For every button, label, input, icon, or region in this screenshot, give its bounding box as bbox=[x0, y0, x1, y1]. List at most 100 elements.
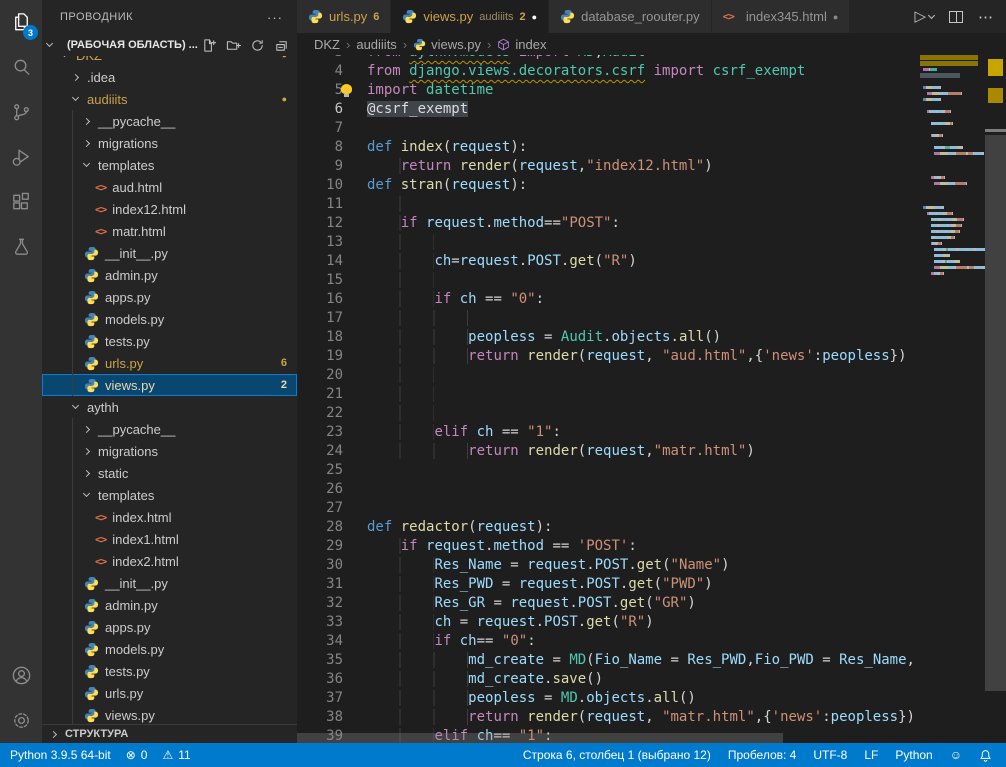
tree-item-urls.py[interactable]: urls.py6 bbox=[42, 352, 297, 374]
tree-item-audiiits[interactable]: audiiits● bbox=[42, 88, 297, 110]
code-line-10[interactable]: 10def stran(request): bbox=[297, 176, 920, 195]
explorer-more-actions-button[interactable]: ··· bbox=[267, 10, 283, 25]
status-item-0[interactable]: ⊗0 bbox=[126, 748, 148, 762]
workspace-section-title[interactable]: (РАБОЧАЯ ОБЛАСТЬ) ... bbox=[67, 39, 202, 51]
tree-item-migrations[interactable]: migrations bbox=[42, 132, 297, 154]
tree-item-tests.py[interactable]: tests.py bbox=[42, 660, 297, 682]
tree-item-apps.py[interactable]: apps.py bbox=[42, 286, 297, 308]
code-line-16[interactable]: 16 if ch == "0": bbox=[297, 290, 920, 309]
code-line-25[interactable]: 25 bbox=[297, 461, 920, 480]
horizontal-scrollbar-thumb[interactable] bbox=[297, 733, 783, 743]
lightbulb-icon[interactable] bbox=[341, 84, 352, 94]
extensions-activity-button[interactable] bbox=[0, 180, 42, 225]
code-line-6[interactable]: 6@csrf_exempt bbox=[297, 100, 920, 119]
tree-item-index1.html[interactable]: <>index1.html bbox=[42, 528, 297, 550]
code-line-22[interactable]: 22 bbox=[297, 404, 920, 423]
unsaved-dot-icon[interactable]: ● bbox=[532, 12, 537, 22]
code-line-8[interactable]: 8def index(request): bbox=[297, 138, 920, 157]
tree-item-aythh[interactable]: aythh bbox=[42, 396, 297, 418]
code-line-19[interactable]: 19 return render(request, "aud.html",{'n… bbox=[297, 347, 920, 366]
code-line-27[interactable]: 27 bbox=[297, 499, 920, 518]
code-line-34[interactable]: 34 if ch== "0": bbox=[297, 632, 920, 651]
code-line-21[interactable]: 21 bbox=[297, 385, 920, 404]
run-debug-activity-button[interactable] bbox=[0, 135, 42, 180]
collapse-all-button[interactable] bbox=[274, 38, 289, 53]
outline-section-header[interactable]: СТРУКТУРА bbox=[42, 724, 297, 743]
code-line-18[interactable]: 18 peopless = Audit.objects.all() bbox=[297, 328, 920, 347]
code-line-24[interactable]: 24 return render(request,"matr.html") bbox=[297, 442, 920, 461]
tree-item-.idea[interactable]: .idea bbox=[42, 66, 297, 88]
tree-item-templates[interactable]: templates bbox=[42, 484, 297, 506]
tree-item-index.html[interactable]: <>index.html bbox=[42, 506, 297, 528]
tree-item-__init__.py[interactable]: __init__.py bbox=[42, 242, 297, 264]
split-editor-button[interactable] bbox=[949, 11, 963, 23]
code-line-4[interactable]: 4from django.views.decorators.csrf impor… bbox=[297, 62, 920, 81]
code-line-36[interactable]: 36 md_create.save() bbox=[297, 670, 920, 689]
breadcrumb-item-index[interactable]: index bbox=[497, 37, 546, 52]
code-editor[interactable]: 3from aythh.models import MD,Audit4from … bbox=[297, 55, 1006, 743]
code-line-38[interactable]: 38 return render(request, "matr.html",{'… bbox=[297, 708, 920, 727]
tree-item-__init__.py[interactable]: __init__.py bbox=[42, 572, 297, 594]
tree-item-models.py[interactable]: models.py bbox=[42, 638, 297, 660]
breadcrumb-item-audiiits[interactable]: audiiits bbox=[356, 37, 396, 52]
breadcrumb-item-views.py[interactable]: views.py bbox=[413, 37, 481, 52]
status-item-11[interactable]: ⚠11 bbox=[162, 748, 190, 762]
status-item-Python[interactable]: Python bbox=[895, 748, 932, 762]
status-item-UTF-8[interactable]: UTF-8 bbox=[813, 748, 847, 762]
tree-item-migrations[interactable]: migrations bbox=[42, 440, 297, 462]
account-button[interactable] bbox=[0, 653, 42, 698]
code-line-14[interactable]: 14 ch=request.POST.get("R") bbox=[297, 252, 920, 271]
status-item-bell[interactable] bbox=[979, 749, 992, 762]
code-line-7[interactable]: 7 bbox=[297, 119, 920, 138]
code-line-3[interactable]: 3from aythh.models import MD,Audit bbox=[297, 55, 920, 62]
tree-item-index2.html[interactable]: <>index2.html bbox=[42, 550, 297, 572]
tree-item-apps.py[interactable]: apps.py bbox=[42, 616, 297, 638]
tree-item-matr.html[interactable]: <>matr.html bbox=[42, 220, 297, 242]
editor-more-actions-button[interactable]: ⋯ bbox=[978, 8, 994, 26]
code-line-29[interactable]: 29 if request.method == 'POST': bbox=[297, 537, 920, 556]
code-line-15[interactable]: 15 bbox=[297, 271, 920, 290]
unsaved-dot-icon[interactable]: ● bbox=[833, 12, 838, 22]
tree-item-__pycache__[interactable]: __pycache__ bbox=[42, 418, 297, 440]
tree-item-urls.py[interactable]: urls.py bbox=[42, 682, 297, 704]
tab-index345.html[interactable]: <>index345.html● bbox=[712, 0, 851, 33]
code-line-9[interactable]: 9 return render(request,"index12.html") bbox=[297, 157, 920, 176]
tree-item-admin.py[interactable]: admin.py bbox=[42, 594, 297, 616]
tree-item-__pycache__[interactable]: __pycache__ bbox=[42, 110, 297, 132]
settings-button[interactable] bbox=[0, 698, 42, 743]
run-python-file-button[interactable]: ▷ bbox=[914, 9, 934, 24]
tree-item-DKZ[interactable]: DKZ● bbox=[42, 56, 297, 66]
tree-item-index12.html[interactable]: <>index12.html bbox=[42, 198, 297, 220]
status-item-LF[interactable]: LF bbox=[864, 748, 878, 762]
status-item-feedback[interactable]: ☺ bbox=[950, 749, 962, 761]
tree-item-admin.py[interactable]: admin.py bbox=[42, 264, 297, 286]
tree-item-models.py[interactable]: models.py bbox=[42, 308, 297, 330]
new-folder-button[interactable] bbox=[226, 38, 241, 53]
tab-views.py[interactable]: views.pyaudiiits2● bbox=[391, 0, 549, 33]
testing-activity-button[interactable] bbox=[0, 225, 42, 270]
code-line-35[interactable]: 35 md_create = MD(Fio_Name = Res_PWD,Fio… bbox=[297, 651, 920, 670]
new-file-button[interactable] bbox=[202, 38, 217, 53]
search-activity-button[interactable] bbox=[0, 45, 42, 90]
code-line-26[interactable]: 26 bbox=[297, 480, 920, 499]
code-line-31[interactable]: 31 Res_PWD = request.POST.get("PWD") bbox=[297, 575, 920, 594]
tab-urls.py[interactable]: urls.py6 bbox=[297, 0, 391, 33]
code-line-28[interactable]: 28def redactor(request): bbox=[297, 518, 920, 537]
minimap[interactable] bbox=[920, 55, 985, 743]
code-line-12[interactable]: 12 if request.method=="POST": bbox=[297, 214, 920, 233]
explorer-activity-button[interactable]: 3 bbox=[0, 0, 42, 45]
vertical-scrollbar-thumb[interactable] bbox=[985, 135, 1006, 691]
tree-item-static[interactable]: static bbox=[42, 462, 297, 484]
source-control-activity-button[interactable] bbox=[0, 90, 42, 135]
tree-item-views.py[interactable]: views.py2 bbox=[42, 374, 297, 396]
breadcrumb-item-DKZ[interactable]: DKZ bbox=[314, 37, 340, 52]
tree-item-views.py[interactable]: views.py bbox=[42, 704, 297, 724]
status-item-Python[interactable]: Python 3.9.5 64-bit bbox=[10, 748, 111, 762]
code-line-17[interactable]: 17 bbox=[297, 309, 920, 328]
tree-item-tests.py[interactable]: tests.py bbox=[42, 330, 297, 352]
refresh-button[interactable] bbox=[250, 38, 265, 53]
code-line-32[interactable]: 32 Res_GR = request.POST.get("GR") bbox=[297, 594, 920, 613]
tree-item-templates[interactable]: templates bbox=[42, 154, 297, 176]
code-line-30[interactable]: 30 Res_Name = request.POST.get("Name") bbox=[297, 556, 920, 575]
status-item-Строка[interactable]: Строка 6, столбец 1 (выбрано 12) bbox=[523, 748, 711, 762]
